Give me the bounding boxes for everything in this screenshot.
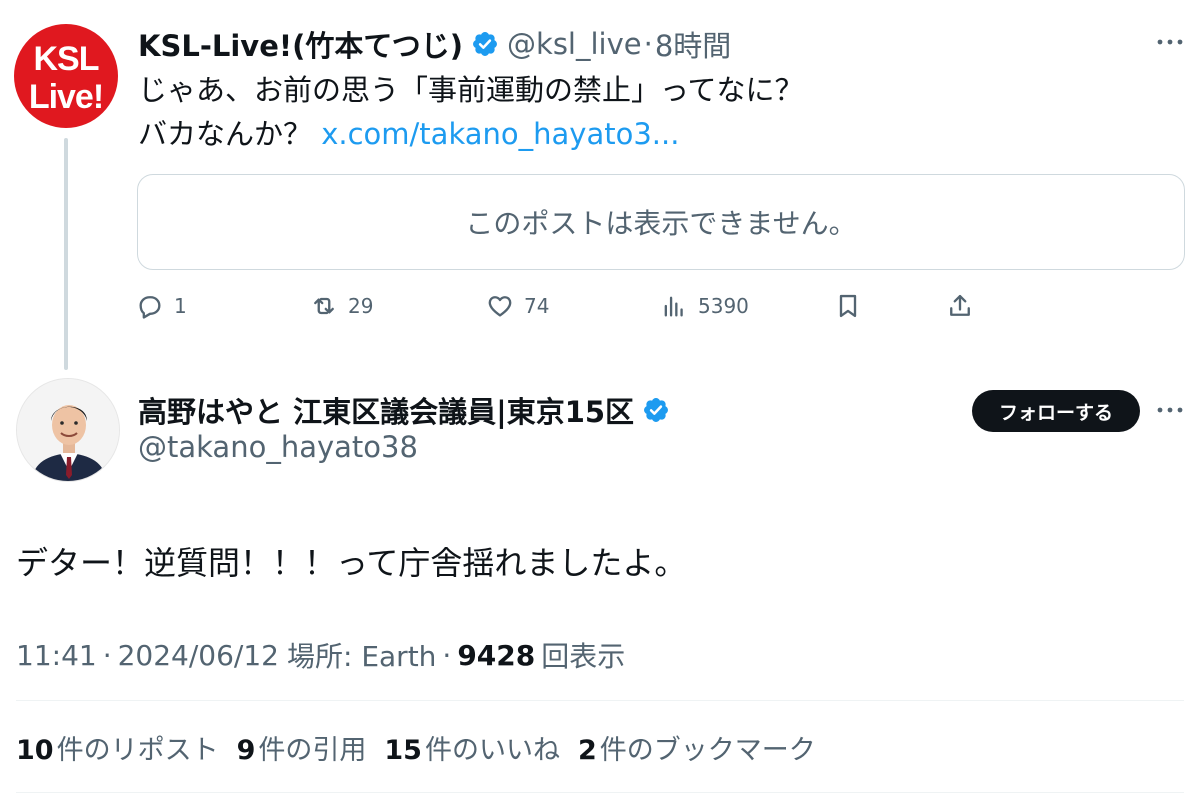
parent-text-line-2-body: バカなんか？ <box>138 117 322 151</box>
main-post-name-row: 高野はやと 江東区議会議員|東京15区 <box>138 388 678 432</box>
post-time[interactable]: 11:41 <box>16 639 97 672</box>
parent-post-time[interactable]: 8時間 <box>655 23 731 65</box>
views-button[interactable]: 5390 <box>660 286 749 326</box>
views-label: 回表示 <box>541 640 626 673</box>
parent-post-header: KSL-Live!(竹本てつじ) @ksl_live · 8時間 <box>138 24 731 64</box>
share-icon <box>950 294 970 316</box>
like-count: 74 <box>524 294 550 318</box>
repost-count: 29 <box>348 294 374 318</box>
likes-stat[interactable]: 15 件のいいね <box>384 728 560 767</box>
thread-connector-line <box>64 138 68 370</box>
more-horizontal-icon[interactable] <box>1150 22 1190 62</box>
follow-button[interactable]: フォローする <box>972 390 1140 432</box>
parent-text-line-1: じゃあ、お前の思う「事前運動の禁止」ってなに？ <box>138 73 804 107</box>
bookmark-button[interactable] <box>834 286 862 326</box>
parent-post-action-bar: 1 29 74 5390 <box>136 286 986 326</box>
ksl-live-avatar[interactable]: KSL Live! <box>14 24 118 128</box>
verified-badge-icon <box>473 32 497 56</box>
reposts-stat[interactable]: 10 件のリポスト <box>16 728 219 767</box>
post-date[interactable]: 2024/06/12 <box>118 639 279 672</box>
like-button[interactable]: 74 <box>486 286 549 326</box>
person-photo-icon <box>17 379 119 481</box>
views-chart-icon <box>664 296 683 317</box>
heart-icon <box>488 296 512 317</box>
views-count: 5390 <box>698 294 749 318</box>
share-button[interactable] <box>946 286 974 326</box>
main-display-name[interactable]: 高野はやと 江東区議会議員|東京15区 <box>138 389 634 431</box>
quoted-post-unavailable: このポストは表示できません。 <box>137 174 1185 270</box>
separator-dot: · <box>442 638 452 672</box>
more-horizontal-icon[interactable] <box>1150 390 1190 430</box>
bookmark-icon <box>839 294 857 318</box>
repost-button[interactable]: 29 <box>310 286 373 326</box>
parent-text-line-2: バカなんか？ x.com/takano_hayato3... <box>138 112 804 156</box>
likes-label: 件のいいね <box>424 734 560 766</box>
reply-icon <box>139 296 161 319</box>
reposts-count: 10 <box>16 734 54 766</box>
verified-badge-icon <box>644 398 669 422</box>
main-post-text: デター！逆質問！！！って庁舎揺れましたよ。 <box>16 544 687 582</box>
separator-dot: · <box>643 27 653 61</box>
post-meta: 11:41 · 2024/06/12 場所: Earth · 9428 回表示 <box>16 634 625 676</box>
bookmarks-count: 2 <box>577 734 597 766</box>
reply-count: 1 <box>174 294 187 318</box>
avatar-logo-text-2: Live! <box>28 78 104 116</box>
avatar-logo-text-1: KSL <box>33 40 100 78</box>
views-count: 9428 <box>457 638 536 672</box>
quotes-label: 件の引用 <box>258 734 367 766</box>
parent-post-link[interactable]: x.com/takano_hayato3... <box>321 117 679 151</box>
parent-display-name[interactable]: KSL-Live!(竹本てつじ) <box>138 23 463 65</box>
parent-post-text: じゃあ、お前の思う「事前運動の禁止」ってなに？ バカなんか？ x.com/tak… <box>138 68 804 156</box>
reply-button[interactable]: 1 <box>136 286 187 326</box>
takano-avatar[interactable] <box>16 378 120 482</box>
main-handle[interactable]: @takano_hayato38 <box>138 430 418 464</box>
separator-dot: · <box>102 638 112 672</box>
quotes-stat[interactable]: 9 件の引用 <box>237 728 367 767</box>
quotes-count: 9 <box>236 734 256 766</box>
bookmarks-stat[interactable]: 2 件のブックマーク <box>578 728 816 767</box>
post-location: 場所: Earth <box>287 640 437 673</box>
repost-icon <box>314 297 334 315</box>
quote-unavailable-text: このポストは表示できません。 <box>465 207 857 240</box>
post-stats: 10 件のリポスト 9 件の引用 15 件のいいね 2 件のブックマーク <box>16 726 834 768</box>
divider <box>16 700 1184 701</box>
bookmarks-label: 件のブックマーク <box>599 734 816 766</box>
likes-count: 15 <box>384 734 422 766</box>
reposts-label: 件のリポスト <box>56 734 219 766</box>
parent-handle[interactable]: @ksl_live <box>507 27 642 61</box>
